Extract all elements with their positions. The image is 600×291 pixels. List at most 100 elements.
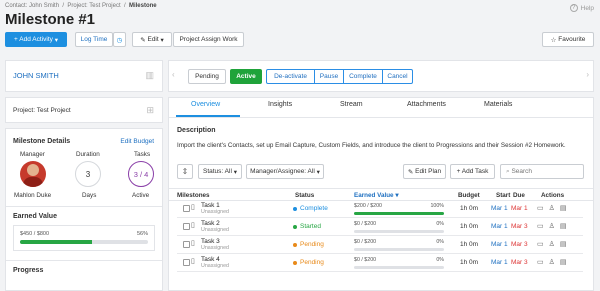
task-name[interactable]: Task 3 [201,238,220,245]
ev-progress-bar [354,212,444,215]
help-link[interactable]: ? Help [569,4,594,12]
add-task-button[interactable]: + Add Task [450,164,495,179]
ev-pct: 0% [436,239,444,245]
clipboard-icon: ▯ [191,240,195,247]
assign-user-icon[interactable]: ♙ [549,258,555,266]
trash-icon[interactable]: ▤ [560,240,567,248]
bar-chart-icon: ▥ [145,70,154,80]
progress-heading: Progress [13,267,44,274]
tab-stream[interactable]: Stream [340,101,363,108]
caret-down-icon: ▾ [160,36,164,44]
task-name[interactable]: Task 4 [201,256,220,263]
favourite-button[interactable]: ☆ Favourite [542,32,594,47]
search-box[interactable]: ⌕ [500,164,584,179]
clock-icon: ◷ [116,36,123,44]
row-actions: ▭ ♙ ▤ [537,204,567,212]
table-row[interactable]: ▯ Task 2 Unassigned Started $0 / $200 0%… [177,218,583,236]
caret-down-icon: ▾ [54,36,58,44]
task-checkbox[interactable] [183,205,190,212]
status-badge[interactable]: Started [293,223,321,230]
ev-pct: 100% [430,203,444,209]
status-filter[interactable]: Status: All ▾ [198,164,242,179]
task-name[interactable]: Task 1 [201,202,220,209]
chat-icon[interactable]: ▭ [537,204,544,212]
chevron-left-icon[interactable]: ‹ [172,70,175,79]
contact-card: JOHN SMITH ▥ [5,60,163,92]
ev-amount: $200 / $200 [354,203,382,209]
cancel-button[interactable]: Cancel [382,69,413,84]
assign-user-icon[interactable]: ♙ [549,222,555,230]
chat-icon[interactable]: ▭ [537,258,544,266]
help-icon: ? [569,4,578,12]
tab-overview[interactable]: Overview [191,101,220,108]
chat-icon[interactable]: ▭ [537,222,544,230]
task-start[interactable]: Mar 1 [491,205,508,212]
task-due[interactable]: Mar 1 [511,205,528,212]
status-badge[interactable]: Complete [293,205,328,212]
help-label: Help [580,4,594,12]
status-badge[interactable]: Pending [293,241,324,248]
tab-materials[interactable]: Materials [484,101,512,108]
table-row[interactable]: ▯ Task 3 Unassigned Pending $0 / $200 0%… [177,236,583,254]
tab-insights[interactable]: Insights [268,101,292,108]
chat-icon[interactable]: ▭ [537,240,544,248]
status-dot [293,242,297,247]
trash-icon[interactable]: ▤ [560,258,567,266]
project-name[interactable]: Project: Test Project [13,107,71,114]
edit-button[interactable]: ✎ Edit ▾ [132,32,172,47]
ev-amount: $0 / $200 [354,239,377,245]
table-row[interactable]: ▯ Task 1 Unassigned Complete $200 / $200… [177,200,583,218]
edit-plan-button[interactable]: ✎ Edit Plan [403,164,446,179]
row-actions: ▭ ♙ ▤ [537,240,567,248]
status-dot [293,224,297,229]
timer-button[interactable]: ◷ [113,32,126,47]
task-due[interactable]: Mar 3 [511,223,528,230]
task-due[interactable]: Mar 3 [511,241,528,248]
search-icon: ⌕ [506,167,510,175]
task-name[interactable]: Task 2 [201,220,220,227]
task-due[interactable]: Mar 3 [511,259,528,266]
deactivate-button[interactable]: De-activate [266,69,315,84]
table-row[interactable]: ▯ Task 4 Unassigned Pending $0 / $200 0%… [177,254,583,272]
task-checkbox[interactable] [183,241,190,248]
ev-progress-bar [354,266,444,269]
complete-button[interactable]: Complete [343,69,383,84]
col-earned-value[interactable]: Earned Value ▾ [354,192,398,199]
pause-button[interactable]: Pause [314,69,344,84]
search-input[interactable] [511,168,572,175]
task-start[interactable]: Mar 1 [491,259,508,266]
tab-attachments[interactable]: Attachments [407,101,446,108]
task-start[interactable]: Mar 1 [491,223,508,230]
page-title: Milestone #1 [5,11,96,28]
breadcrumb-contact[interactable]: Contact: John Smith [5,3,59,9]
earned-value-box: $450 / $800 56% [13,225,155,251]
assign-user-icon[interactable]: ♙ [549,204,555,212]
task-start[interactable]: Mar 1 [491,241,508,248]
project-assign-work-button[interactable]: Project Assign Work [173,32,244,47]
task-budget: 1h 0m [460,205,479,212]
sort-desc-icon: ▾ [395,192,399,199]
sort-toggle[interactable]: ⇕ [177,164,193,179]
clipboard-icon: ▯ [191,258,195,265]
ev-progress-bar [354,248,444,251]
manager-filter[interactable]: Manager/Assignee: All ▾ [246,164,324,179]
status-badge[interactable]: Pending [293,259,324,266]
task-checkbox[interactable] [183,259,190,266]
earned-value-cell: $0 / $200 0% [354,239,444,251]
add-activity-button[interactable]: + Add Activity ▾ [5,32,67,47]
ev-progress-bar [354,230,444,233]
status-active-button[interactable]: Active [230,69,262,84]
assign-user-icon[interactable]: ♙ [549,240,555,248]
duration-label: Duration [76,151,100,158]
status-pending-button[interactable]: Pending [188,69,226,84]
task-checkbox[interactable] [183,223,190,230]
pencil-icon: ✎ [140,36,146,44]
trash-icon[interactable]: ▤ [560,204,567,212]
log-time-button[interactable]: Log Time [75,32,113,47]
contact-name[interactable]: JOHN SMITH [13,71,59,80]
chevron-right-icon[interactable]: › [586,70,589,79]
edit-budget-link[interactable]: Edit Budget [120,138,154,145]
ev-amount: $0 / $200 [354,221,377,227]
trash-icon[interactable]: ▤ [560,222,567,230]
breadcrumb-project[interactable]: Project: Test Project [67,3,120,9]
